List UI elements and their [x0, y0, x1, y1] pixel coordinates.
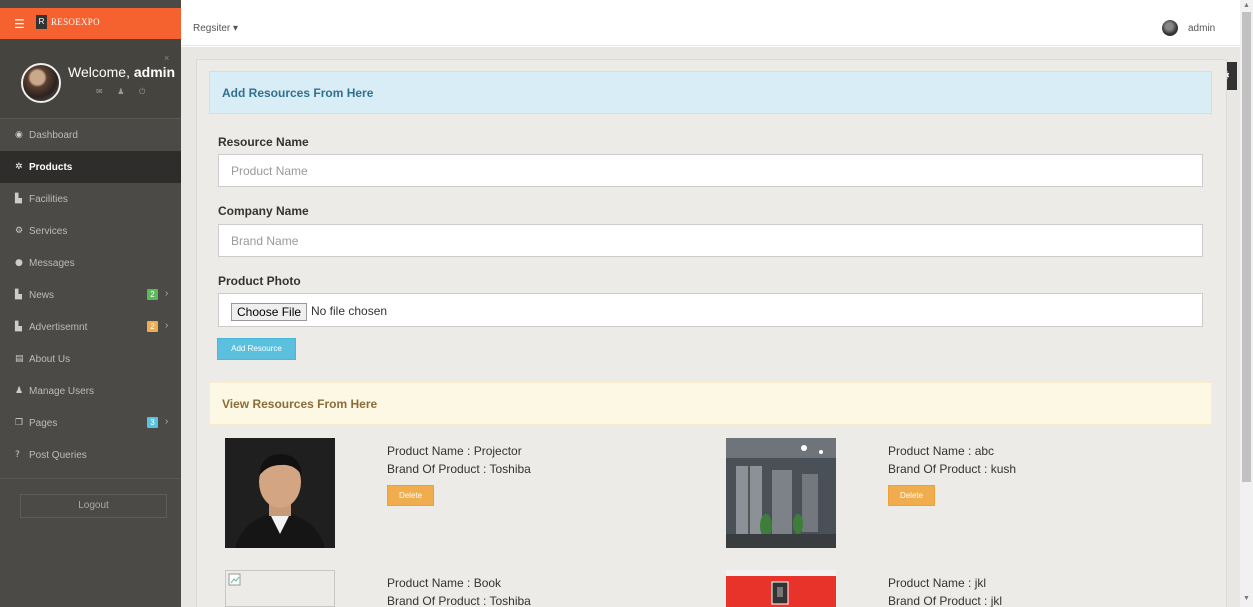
- sidebar-item-products[interactable]: ✲ Products: [0, 151, 181, 183]
- product-brand: Brand Of Product : Toshiba: [387, 462, 531, 476]
- product-brand: Brand Of Product : jkl: [888, 594, 1003, 607]
- register-dropdown[interactable]: Regsiter ▾: [193, 23, 238, 34]
- product-photo-label: Product Photo: [218, 274, 301, 288]
- scroll-up-icon[interactable]: ▲: [1243, 2, 1250, 9]
- welcome-action-icons[interactable]: ✉ ♟ ⏻: [96, 87, 151, 97]
- scrollbar-thumb[interactable]: [1242, 12, 1251, 482]
- info-icon: ●: [15, 258, 23, 268]
- sidebar-item-label: Manage Users: [29, 385, 95, 397]
- sidebar-item-label: Post Queries: [29, 449, 87, 461]
- sidebar-item-label: About Us: [29, 353, 71, 365]
- sidebar-item-dashboard[interactable]: ◉ Dashboard: [0, 119, 181, 151]
- file-status-text: No file chosen: [311, 304, 388, 318]
- list-item: Product Name : Book Brand Of Product : T…: [387, 574, 531, 607]
- close-icon[interactable]: ×: [164, 53, 169, 63]
- resource-image: [225, 570, 335, 607]
- picture-icon: ▤: [15, 354, 24, 364]
- product-brand: Brand Of Product : Toshiba: [387, 594, 531, 607]
- sidebar-item-label: Products: [29, 161, 73, 173]
- resource-image: [726, 438, 836, 548]
- sidebar-item-advertisement[interactable]: ▙ Advertisemnt 2 ›: [0, 311, 181, 343]
- file-input: Choose File No file chosen: [218, 293, 1203, 327]
- copy-icon: ❐: [15, 418, 24, 428]
- brand-bar: ☰ R RESOEXPO: [0, 8, 181, 39]
- welcome-user: admin: [133, 64, 176, 80]
- users-icon: ♟: [15, 386, 24, 396]
- delete-button[interactable]: Delete: [387, 485, 434, 506]
- screenshot-photo: [726, 570, 836, 607]
- product-name: Product Name : abc: [888, 444, 995, 458]
- delete-button[interactable]: Delete: [888, 485, 935, 506]
- list-item: Product Name : jkl Brand Of Product : jk…: [888, 574, 1002, 607]
- company-name-label: Company Name: [218, 204, 309, 218]
- top-navbar: Regsiter ▾ admin: [181, 8, 1240, 46]
- broken-image-icon: [228, 573, 241, 586]
- chevron-right-icon: ›: [165, 320, 169, 331]
- person-photo: [225, 438, 335, 548]
- scrollbar[interactable]: ▲ ▼: [1240, 0, 1253, 607]
- sidebar-item-manage-users[interactable]: ♟ Manage Users: [0, 375, 181, 407]
- product-brand: Brand Of Product : kush: [888, 462, 1017, 476]
- dashboard-icon: ◉: [15, 130, 23, 140]
- sidebar-item-label: Services: [29, 225, 68, 237]
- choose-file-button[interactable]: Choose File: [231, 303, 308, 321]
- resource-name-input[interactable]: [218, 154, 1203, 187]
- resource-image: [225, 438, 335, 548]
- cogs-icon: ⚙: [15, 226, 24, 236]
- sidebar-item-label: Facilities: [29, 193, 68, 205]
- divider: [0, 478, 181, 479]
- gear-icon: ✲: [15, 162, 23, 172]
- sidebar-item-label: Advertisemnt: [29, 321, 88, 333]
- resource-name-label: Resource Name: [218, 135, 309, 149]
- sidebar-item-news[interactable]: ▙ News 2 ›: [0, 279, 181, 311]
- sidebar: ☰ R RESOEXPO × Welcome, admin ✉ ♟ ⏻ ◉ Da…: [0, 0, 181, 607]
- chevron-right-icon: ›: [165, 416, 169, 427]
- welcome-panel: × Welcome, admin ✉ ♟ ⏻: [0, 39, 181, 119]
- sidebar-item-label: Pages: [29, 417, 58, 429]
- sidebar-item-label: Dashboard: [29, 129, 78, 141]
- brand-logo: R: [36, 15, 47, 29]
- logout-button[interactable]: Logout: [20, 494, 167, 518]
- welcome-text: Welcome, admin: [68, 64, 175, 80]
- brand-name[interactable]: RESOEXPO: [51, 17, 100, 27]
- advertisement-count-badge: 2: [147, 321, 158, 332]
- view-resources-heading: View Resources From Here: [209, 382, 1212, 425]
- product-name: Product Name : Projector: [387, 444, 522, 458]
- sidebar-item-facilities[interactable]: ▙ Facilities: [0, 183, 181, 215]
- product-name: Product Name : Book: [387, 576, 502, 590]
- sidebar-item-label: Messages: [29, 257, 75, 269]
- sidebar-item-about-us[interactable]: ▤ About Us: [0, 343, 181, 375]
- avatar: [21, 63, 61, 103]
- sidebar-item-messages[interactable]: ● Messages: [0, 247, 181, 279]
- elevator-photo: [726, 438, 836, 548]
- sidebar-item-post-queries[interactable]: ? Post Queries: [0, 439, 181, 471]
- user-name[interactable]: admin: [1188, 23, 1215, 34]
- add-resources-heading: Add Resources From Here: [209, 71, 1212, 114]
- menu-toggle-icon[interactable]: ☰: [14, 17, 25, 31]
- chevron-right-icon: ›: [165, 288, 169, 299]
- list-item: Product Name : abc Brand Of Product : ku…: [888, 442, 1016, 478]
- sidebar-item-pages[interactable]: ❐ Pages 3 ›: [0, 407, 181, 439]
- pages-count-badge: 3: [147, 417, 158, 428]
- sidebar-item-label: News: [29, 289, 55, 301]
- file-icon: ▙: [15, 290, 22, 300]
- welcome-prefix: Welcome,: [68, 64, 134, 80]
- content-panel: [196, 59, 1227, 607]
- user-avatar[interactable]: [1162, 20, 1178, 36]
- company-name-input[interactable]: [218, 224, 1203, 257]
- file-icon: ▙: [15, 322, 22, 332]
- sidebar-item-services[interactable]: ⚙ Services: [0, 215, 181, 247]
- resource-image: [726, 570, 836, 607]
- scroll-down-icon[interactable]: ▼: [1243, 595, 1250, 602]
- list-item: Product Name : Projector Brand Of Produc…: [387, 442, 531, 478]
- news-count-badge: 2: [147, 289, 158, 300]
- product-name: Product Name : jkl: [888, 576, 987, 590]
- question-icon: ?: [15, 450, 20, 460]
- add-resource-button[interactable]: Add Resource: [217, 338, 296, 360]
- file-icon: ▙: [15, 194, 22, 204]
